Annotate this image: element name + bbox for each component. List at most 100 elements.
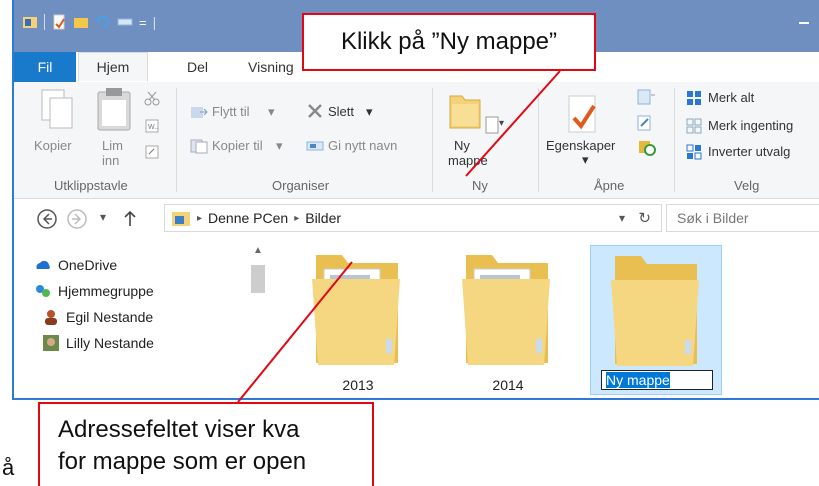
new-item-icon[interactable]: ▾ — [484, 116, 506, 136]
group-label-select: Velg — [734, 178, 760, 193]
group-separator — [538, 88, 539, 192]
breadcrumb-separator-icon[interactable]: ▸ — [197, 213, 202, 224]
nav-item-label: Egil Nestande — [66, 309, 154, 325]
folder-app-icon[interactable] — [22, 14, 38, 30]
rename-icon[interactable] — [306, 138, 324, 154]
new-folder-icon[interactable] — [448, 90, 482, 130]
copy-icon[interactable] — [40, 88, 74, 132]
tab-visning[interactable]: Visning — [248, 59, 294, 75]
nav-item-user[interactable]: Egil Nestande — [34, 304, 154, 330]
ribbon: Kopier Lim inn W.. Utklippstavle Flytt t… — [14, 82, 819, 199]
new-folder-icon[interactable] — [73, 14, 89, 30]
group-separator — [674, 88, 675, 192]
folder-item-selected[interactable]: Ny mappe — [590, 245, 722, 395]
properties-icon[interactable] — [566, 94, 600, 136]
callout-address-bar: Adressefeltet viser kva for mappe som er… — [38, 402, 374, 486]
folder-name: 2013 — [342, 377, 374, 393]
move-to-icon[interactable] — [190, 104, 208, 120]
address-dropdown-icon[interactable]: ▾ — [619, 211, 625, 225]
select-all-icon[interactable] — [686, 90, 702, 106]
group-label-clipboard: Utklippstavle — [54, 178, 128, 193]
rename-icon[interactable] — [117, 14, 133, 30]
scroll-up-icon[interactable]: ▲ — [253, 245, 263, 256]
forward-icon[interactable] — [66, 208, 88, 230]
folder-name: 2014 — [492, 377, 524, 393]
cloud-icon — [36, 260, 50, 269]
scrollbar-thumb[interactable] — [251, 265, 265, 293]
select-none-icon[interactable] — [686, 118, 702, 134]
nav-item-onedrive[interactable]: OneDrive — [34, 252, 154, 278]
copy-label[interactable]: Kopier — [34, 138, 72, 153]
copy-to-icon[interactable] — [190, 138, 208, 154]
rename-input[interactable]: Ny mappe — [601, 370, 713, 390]
nav-scrollbar[interactable]: ▲ — [248, 245, 268, 395]
group-label-organize: Organiser — [272, 178, 330, 193]
tab-hjem[interactable]: Hjem — [78, 52, 148, 82]
refresh-icon[interactable]: ↻ — [638, 209, 651, 227]
group-label-open: Åpne — [594, 178, 625, 193]
svg-text:▾: ▾ — [499, 118, 504, 129]
homegroup-icon — [36, 285, 50, 297]
history-icon[interactable] — [638, 138, 656, 156]
cut-icon[interactable] — [144, 90, 160, 106]
back-icon[interactable] — [36, 208, 58, 230]
breadcrumb-separator-icon[interactable]: ▸ — [294, 213, 299, 224]
edit-icon[interactable] — [636, 114, 654, 132]
user-photo-icon — [43, 335, 59, 351]
stray-text: å — [2, 455, 15, 480]
delete-label[interactable]: Slett — [328, 104, 354, 119]
search-input[interactable]: Søk i Bilder — [666, 204, 819, 232]
quick-access-toolbar: = | — [22, 14, 156, 30]
paste-label-2[interactable]: inn — [102, 153, 119, 168]
invert-selection-label[interactable]: Inverter utvalg — [708, 144, 790, 159]
rename-label[interactable]: Gi nytt navn — [328, 138, 397, 153]
folder-icon — [312, 255, 400, 365]
folder-item[interactable]: 2013 — [292, 245, 424, 395]
new-folder-label-1[interactable]: Ny — [454, 138, 470, 153]
callout-line-2: for mappe som er open — [58, 448, 307, 475]
recent-locations-icon[interactable]: ▾ — [100, 210, 106, 224]
nav-item-user[interactable]: Lilly Nestande — [34, 330, 154, 356]
qat-dropdown-icon[interactable]: = — [139, 15, 147, 30]
breadcrumb-item[interactable]: Bilder — [305, 210, 341, 226]
pictures-folder-icon — [172, 212, 190, 226]
minimize-icon[interactable] — [799, 22, 809, 24]
nav-item-label: OneDrive — [58, 257, 118, 273]
folder-icon — [462, 255, 550, 365]
user-avatar-icon — [45, 310, 57, 325]
navigation-pane: OneDrive Hjemmegruppe Egil Nestande Lill… — [34, 252, 154, 356]
select-all-label[interactable]: Merk alt — [708, 90, 754, 105]
delete-dropdown-icon[interactable]: ▾ — [366, 104, 373, 120]
group-label-new: Ny — [472, 178, 488, 193]
move-to-label[interactable]: Flytt til — [212, 104, 250, 119]
properties-dropdown-icon[interactable]: ▾ — [582, 152, 589, 168]
move-to-dropdown-icon[interactable]: ▾ — [268, 104, 275, 120]
nav-item-label: Hjemmegruppe — [58, 283, 154, 299]
invert-selection-icon[interactable] — [686, 144, 702, 160]
group-separator — [432, 88, 433, 192]
nav-item-homegroup[interactable]: Hjemmegruppe — [34, 278, 154, 304]
copy-path-icon[interactable]: W.. — [144, 118, 160, 134]
delete-icon[interactable] — [306, 102, 324, 120]
paste-shortcut-icon[interactable] — [144, 144, 160, 160]
tab-del[interactable]: Del — [187, 59, 208, 75]
properties-label[interactable]: Egenskaper — [546, 138, 615, 153]
select-none-label[interactable]: Merk ingenting — [708, 118, 793, 133]
address-bar[interactable]: ▸ Denne PCen ▸ Bilder ▾ ↻ — [164, 204, 662, 232]
address-row: ▾ ▸ Denne PCen ▸ Bilder ▾ ↻ Søk i Bilder — [14, 204, 819, 234]
paste-icon[interactable] — [94, 86, 134, 132]
svg-text:W..: W.. — [148, 124, 158, 131]
paste-label-1[interactable]: Lim — [102, 138, 123, 153]
tab-fil[interactable]: Fil — [14, 52, 76, 82]
copy-to-label[interactable]: Kopier til — [212, 138, 263, 153]
properties-icon[interactable] — [51, 14, 67, 30]
breadcrumb-item[interactable]: Denne PCen — [208, 210, 288, 226]
open-icon[interactable] — [636, 88, 656, 106]
copy-to-dropdown-icon[interactable]: ▾ — [276, 138, 283, 154]
folder-item[interactable]: 2014 — [442, 245, 574, 395]
qat-end-separator: | — [152, 14, 157, 30]
callout-new-folder: Klikk på ”Ny mappe” — [302, 13, 596, 71]
undo-icon[interactable] — [95, 14, 111, 30]
new-folder-label-2[interactable]: mappe — [448, 153, 488, 168]
up-icon[interactable] — [122, 210, 138, 228]
